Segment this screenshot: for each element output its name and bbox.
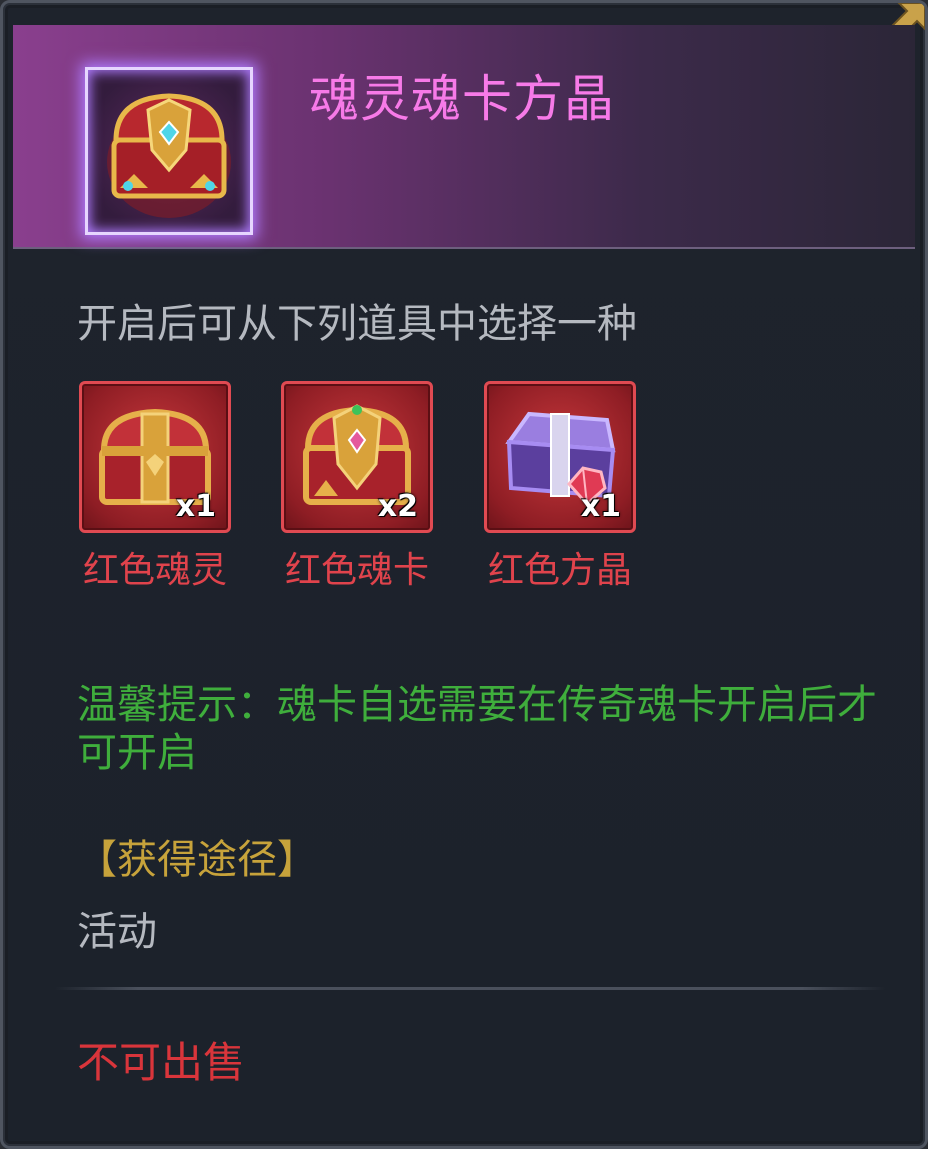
reward-slot[interactable]: x2 <box>281 381 433 533</box>
reward-slot[interactable]: x1 <box>79 381 231 533</box>
source-value: 活动 <box>77 909 157 955</box>
treasure-chest-icon <box>107 93 231 218</box>
reward-option-3[interactable]: x1 红色方晶 <box>481 381 639 593</box>
tip-text: 温馨提示：魂卡自选需要在传奇魂卡开启后才可开启 <box>77 682 877 776</box>
item-description: 开启后可从下列道具中选择一种 <box>77 301 637 347</box>
item-icon-frame <box>85 67 253 235</box>
source-title: 【获得途径】 <box>77 837 317 883</box>
divider <box>55 987 885 990</box>
reward-name: 红色魂卡 <box>284 550 429 591</box>
item-title: 魂灵魂卡方晶 <box>309 70 615 128</box>
reward-count: x2 <box>377 489 418 524</box>
reward-slot[interactable]: x1 <box>484 381 636 533</box>
item-header: 魂灵魂卡方晶 <box>13 25 915 249</box>
reward-option-1[interactable]: x1 红色魂灵 <box>76 381 234 593</box>
item-tooltip-panel: 魂灵魂卡方晶 开启后可从下列道具中选择一种 x1 红色魂灵 x2 红色魂卡 x1… <box>0 0 928 1149</box>
reward-count: x1 <box>580 489 621 524</box>
reward-name: 红色方晶 <box>487 550 632 591</box>
reward-count: x1 <box>175 489 216 524</box>
sell-status: 不可出售 <box>77 1038 246 1087</box>
reward-option-2[interactable]: x2 红色魂卡 <box>278 381 436 593</box>
reward-name: 红色魂灵 <box>82 550 227 591</box>
